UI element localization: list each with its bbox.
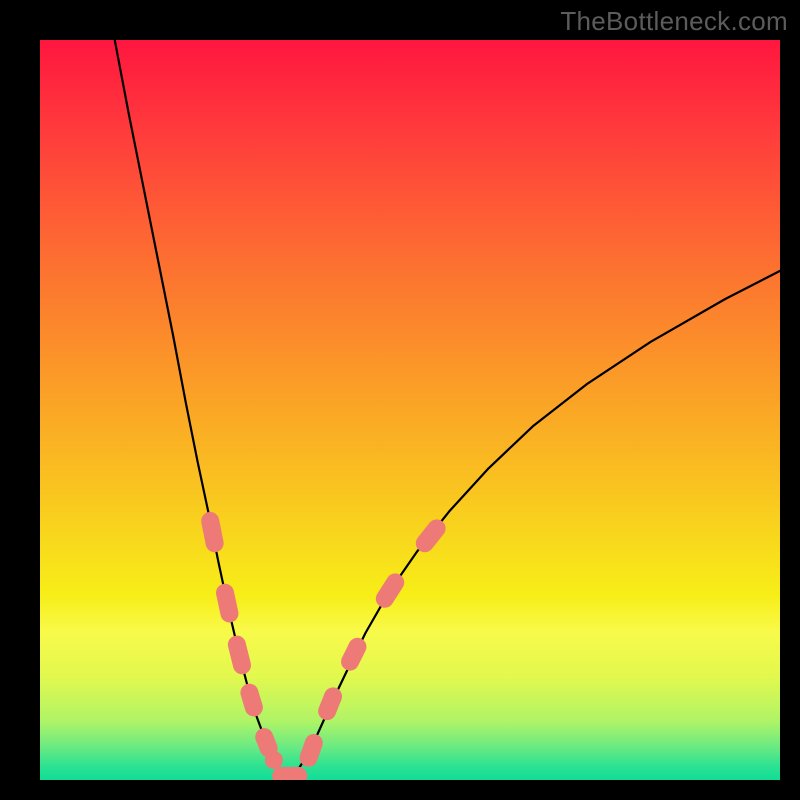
chart-frame: TheBottleneck.com [0,0,800,800]
watermark-text: TheBottleneck.com [560,6,788,37]
chart-svg [40,40,780,780]
plot-area [40,40,780,780]
